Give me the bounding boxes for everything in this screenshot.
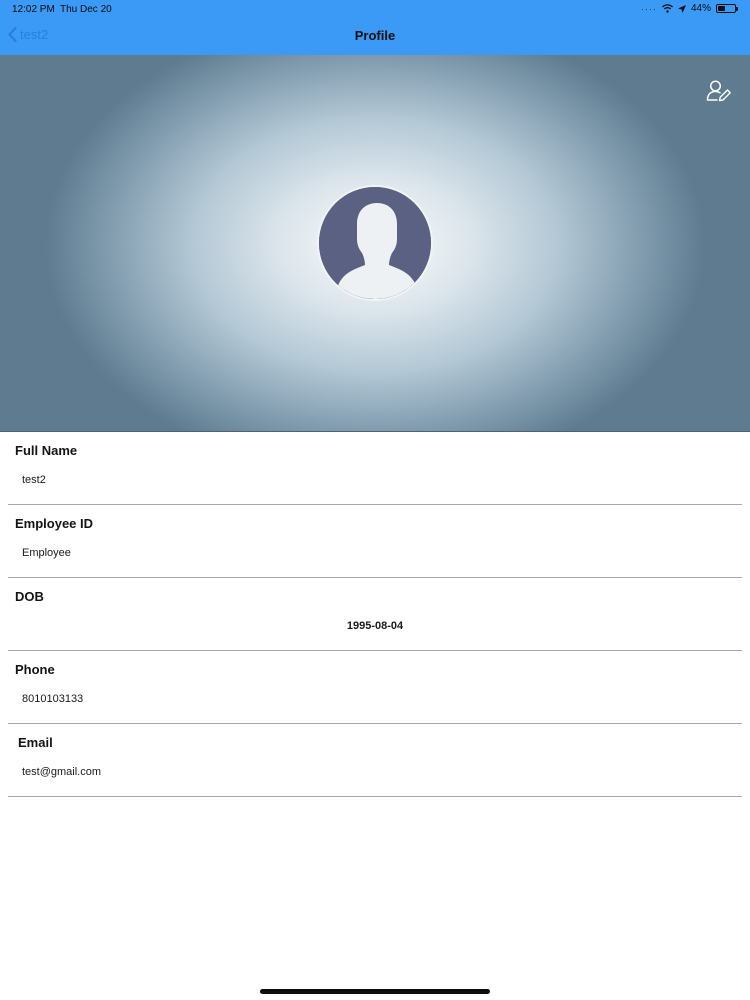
email-label: Email (18, 735, 53, 750)
full-name-input[interactable]: test2 (22, 474, 46, 486)
status-indicators: ···· 44% (640, 3, 738, 14)
wifi-icon (662, 4, 673, 13)
employee-id-input[interactable]: Employee (22, 547, 71, 559)
signal-dots-icon: ···· (640, 3, 657, 14)
avatar[interactable] (317, 185, 433, 301)
user-silhouette-icon (319, 187, 431, 299)
employee-id-field: Employee ID Employee (8, 505, 742, 578)
status-date: Thu Dec 20 (60, 4, 112, 15)
dob-field: DOB 1995-08-04 (8, 578, 742, 651)
employee-id-label: Employee ID (15, 516, 94, 531)
phone-input[interactable]: 8010103133 (22, 693, 83, 705)
battery-percent: 44% (690, 3, 711, 14)
phone-field: Phone 8010103133 (8, 651, 742, 724)
profile-header (0, 55, 750, 432)
page-title: Profile (354, 28, 396, 43)
home-indicator[interactable] (260, 989, 490, 994)
phone-label: Phone (15, 662, 55, 677)
battery-icon (716, 4, 738, 13)
full-name-label: Full Name (15, 443, 78, 458)
dob-label: DOB (15, 589, 44, 604)
full-name-field: Full Name test2 (8, 432, 742, 505)
edit-profile-button[interactable] (706, 79, 732, 105)
email-field: Email test@gmail.com (8, 724, 742, 797)
status-bar: 12:02 PM Thu Dec 20 ···· 44% (0, 0, 750, 18)
email-input[interactable]: test@gmail.com (22, 766, 101, 778)
navigation-bar: 12:02 PM Thu Dec 20 ···· 44% test2 Profi… (0, 0, 750, 55)
dob-picker[interactable]: 1995-08-04 (8, 620, 742, 632)
location-arrow-icon (677, 4, 686, 13)
status-time: 12:02 PM (12, 4, 55, 15)
user-edit-icon (706, 80, 731, 102)
